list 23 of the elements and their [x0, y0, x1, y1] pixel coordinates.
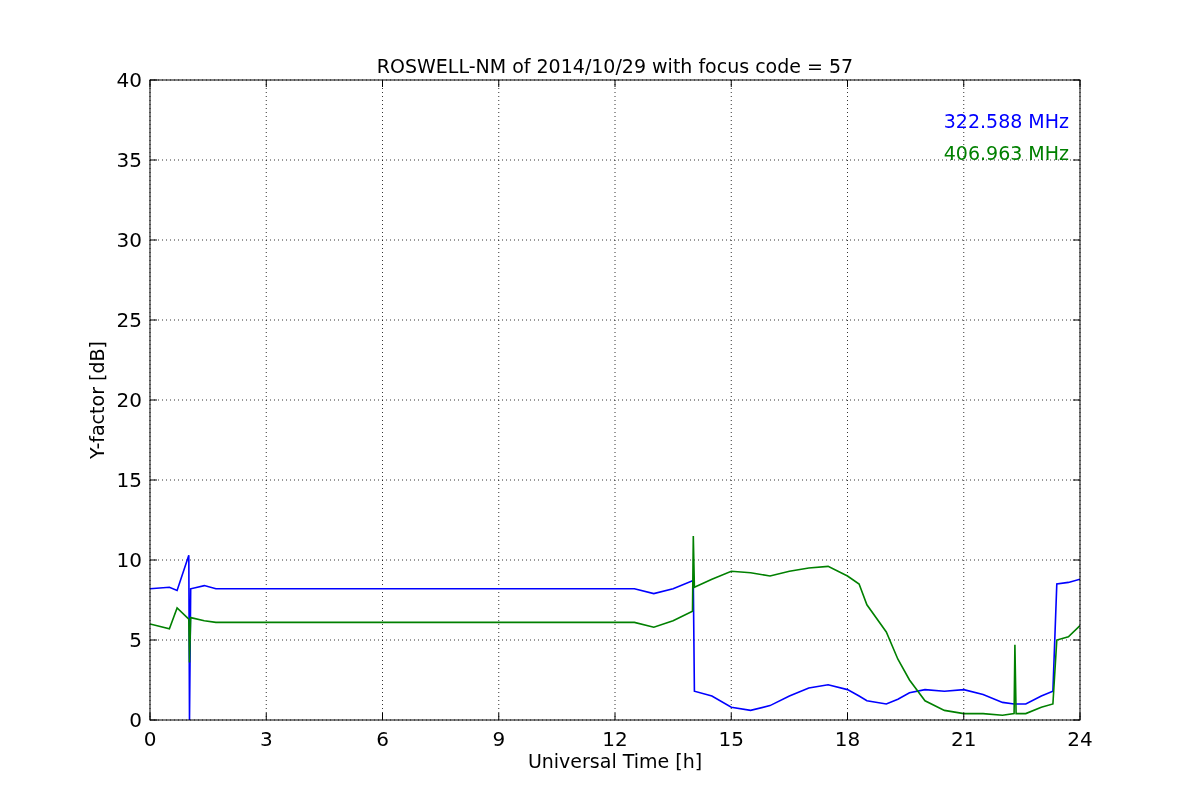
- legend-label: 322.588 MHz: [943, 110, 1069, 132]
- x-tick-label: 9: [492, 727, 506, 751]
- y-tick-label: 10: [116, 548, 142, 572]
- y-tick-label: 40: [116, 68, 142, 92]
- y-tick-label: 0: [129, 708, 142, 732]
- x-tick-label: 15: [718, 727, 744, 751]
- y-axis-label: Y-factor [dB]: [86, 341, 108, 459]
- x-tick-label: 18: [834, 727, 861, 751]
- y-tick-label: 5: [129, 628, 142, 652]
- x-tick-label: 21: [951, 727, 977, 751]
- y-tick-label: 25: [116, 308, 142, 332]
- chart-title: ROSWELL-NM of 2014/10/29 with focus code = 57: [376, 55, 854, 77]
- x-axis-label: Universal Time [h]: [527, 750, 703, 772]
- x-tick-label: 6: [376, 727, 389, 751]
- x-tick-label: 0: [143, 727, 157, 751]
- x-tick-label: 24: [1067, 727, 1093, 751]
- y-tick-label: 35: [116, 148, 142, 172]
- y-tick-label: 20: [116, 388, 142, 412]
- y-tick-label: 15: [116, 468, 142, 492]
- legend-label: 406.963 MHz: [943, 142, 1069, 164]
- x-tick-label: 3: [259, 727, 273, 751]
- x-tick-label: 12: [602, 727, 628, 751]
- y-tick-label: 30: [116, 228, 142, 252]
